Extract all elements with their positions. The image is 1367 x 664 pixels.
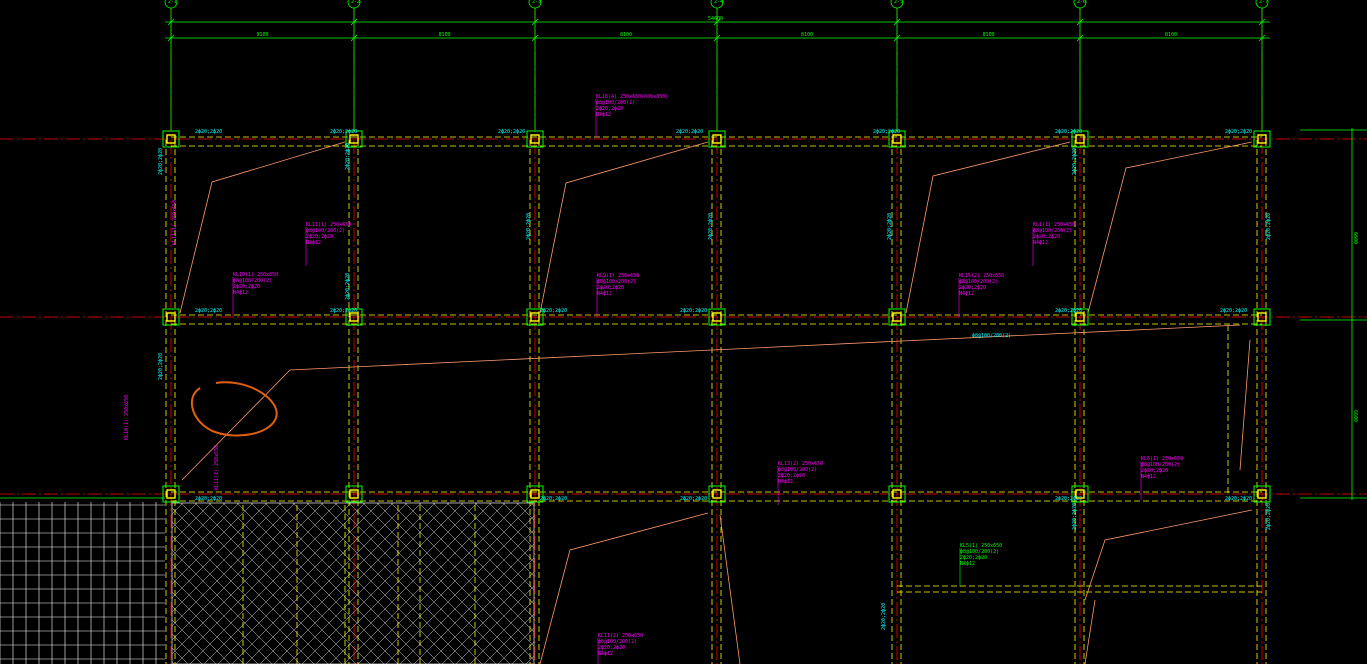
beam-end-rebar-label: 2ф20;2ф20	[195, 129, 222, 135]
cad-drawing-canvas[interactable]: 2-1 2-2 2-3 2-4 2-5 2-6 2-7 54600 9100 8100 8100 8…	[0, 0, 1367, 664]
beam-side-label: 2ф20;2ф20	[526, 213, 532, 240]
beam-end-rebar-label: 2ф20;2ф20	[1055, 129, 1082, 135]
beam-side-label: 2ф20;2ф20	[1266, 213, 1272, 240]
beam-side-label: 2ф20;2ф20	[158, 353, 164, 380]
bay-dimension-label: 8100	[620, 32, 632, 38]
beam-side-label: 2ф20;2ф20	[1072, 503, 1078, 530]
beam-end-rebar-label: 2ф20;2ф20	[540, 496, 567, 502]
overall-dimension-label: 54600	[708, 16, 723, 22]
beam-side-label: 2ф20;2ф20	[1072, 148, 1078, 175]
beam-web-rebar-label: N4ф12	[233, 290, 248, 296]
axis-bubble-label: 2-3	[532, 0, 541, 5]
beam-end-rebar-label: 2ф20;2ф20	[195, 496, 222, 502]
beam-side-label: 2ф20;2ф20	[708, 213, 714, 240]
beam-end-rebar-label: 2ф20;2ф20	[1225, 496, 1252, 502]
beam-web-rebar-label: N4ф12	[306, 240, 321, 246]
beam-end-rebar-label: 2ф20;2ф20	[330, 308, 357, 314]
axis-bubble-label: 2-6	[1077, 0, 1086, 5]
beam-side-label: 2ф20;2ф20	[158, 148, 164, 175]
beam-end-rebar-label: 2ф20;2ф20	[1055, 308, 1082, 314]
beam-end-rebar-label: 2ф20;2ф20	[680, 496, 707, 502]
beam-label: KL11(2) 250x650	[214, 445, 220, 490]
beam-web-rebar-label: N4ф12	[959, 291, 974, 297]
beam-web-rebar-label: N4ф12	[1033, 240, 1048, 246]
beam-web-rebar-label: N4ф12	[596, 112, 611, 118]
beam-label: KL11(1) 250x650	[172, 200, 178, 245]
beam-end-rebar-label: 2ф20;2ф20	[873, 129, 900, 135]
beam-label: KL10(1) 250x650	[124, 395, 130, 440]
beam-web-rebar-label: N4ф12	[598, 651, 613, 657]
beam-web-rebar-label: N4ф12	[960, 561, 975, 567]
axis-bubble-label: 2-4	[714, 0, 723, 5]
beam-web-rebar-label: N4ф12	[1141, 474, 1156, 480]
axis-bubble-label: 2-1	[168, 0, 177, 5]
bay-dimension-label: 8100	[983, 32, 995, 38]
beam-side-label: 2ф20;2ф20	[345, 273, 351, 300]
beam-end-rebar-label: 2ф20;2ф20	[676, 129, 703, 135]
bay-dimension-label: 9100	[257, 32, 269, 38]
beam-end-rebar-label: 2ф20;2ф20	[498, 129, 525, 135]
bay-dimension-label: 8100	[1165, 32, 1177, 38]
axis-bubble-label: 2-5	[894, 0, 903, 5]
hatched-slab	[171, 502, 535, 664]
axis-bubble-label: 2-2	[351, 0, 360, 5]
row-dimension-label: 6600	[1352, 410, 1358, 422]
axis-bubble-label: 2-7	[1259, 0, 1268, 5]
beam-end-rebar-label: 2ф20;2ф20	[1225, 129, 1252, 135]
beam-end-rebar-label: 2ф20;2ф20	[680, 308, 707, 314]
slab-rebar-label: ф8@100/200(2)	[972, 333, 1011, 339]
beam-end-rebar-label: 2ф20;2ф20	[1220, 308, 1247, 314]
beam-web-rebar-label: N4ф12	[778, 479, 793, 485]
beam-side-label: 2ф20;2ф20	[1266, 503, 1272, 530]
beam-side-label: 2ф20;2ф20	[345, 143, 351, 170]
row-dimension-label: 6600	[1352, 232, 1358, 244]
beam-end-rebar-label: 2ф20;2ф20	[330, 129, 357, 135]
beam-web-rebar-label: N4ф12	[597, 291, 612, 297]
beam-end-rebar-label: 2ф20;2ф20	[1055, 496, 1082, 502]
beam-side-label: 2ф20;2ф20	[881, 603, 887, 630]
bay-dimension-label: 8100	[801, 32, 813, 38]
beam-side-label: 2ф20;2ф20	[887, 213, 893, 240]
beam-end-rebar-label: 2ф20;2ф20	[540, 308, 567, 314]
bay-dimension-label: 8100	[439, 32, 451, 38]
beam-end-rebar-label: 2ф20;2ф20	[195, 308, 222, 314]
